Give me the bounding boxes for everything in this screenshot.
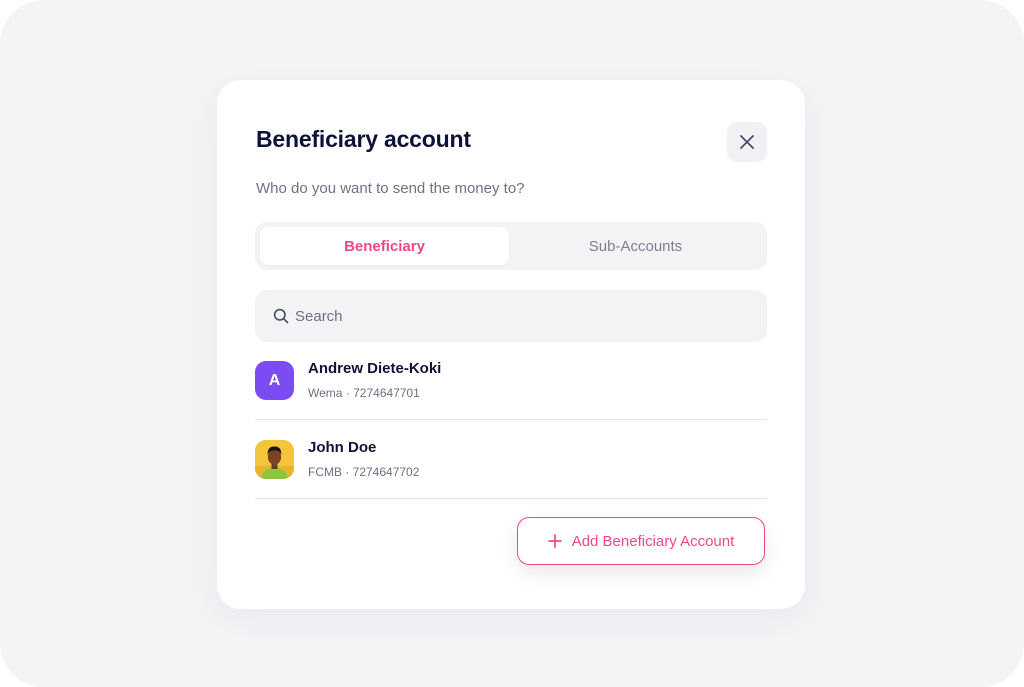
person-photo-icon xyxy=(255,440,294,479)
search-bar xyxy=(255,290,767,342)
add-beneficiary-label: Add Beneficiary Account xyxy=(571,532,735,550)
avatar: A xyxy=(255,361,294,400)
plus-icon xyxy=(547,534,562,548)
beneficiary-account-details: FCMB · 7274647702 xyxy=(308,465,420,479)
beneficiary-name: John Doe xyxy=(308,439,377,456)
beneficiary-account-details: Wema · 7274647701 xyxy=(308,386,420,400)
search-input[interactable] xyxy=(295,290,745,342)
tab-beneficiary[interactable]: Beneficiary xyxy=(260,227,509,265)
modal-subtitle: Who do you want to send the money to? xyxy=(256,180,525,197)
tab-sub-accounts[interactable]: Sub-Accounts xyxy=(511,227,760,265)
beneficiary-name: Andrew Diete-Koki xyxy=(308,360,442,377)
add-beneficiary-button[interactable]: Add Beneficiary Account xyxy=(517,517,765,565)
divider xyxy=(255,498,767,499)
avatar xyxy=(255,440,294,479)
close-button[interactable] xyxy=(727,122,767,162)
modal-title: Beneficiary account xyxy=(256,126,471,152)
beneficiary-modal: Beneficiary account Who do you want to s… xyxy=(217,80,805,609)
beneficiary-row[interactable]: John Doe FCMB · 7274647702 xyxy=(255,421,767,499)
search-icon xyxy=(273,308,289,324)
account-type-tabs: Beneficiary Sub-Accounts xyxy=(255,222,767,270)
divider xyxy=(255,419,767,420)
beneficiary-row[interactable]: A Andrew Diete-Koki Wema · 7274647701 xyxy=(255,342,767,420)
close-icon xyxy=(740,135,754,149)
